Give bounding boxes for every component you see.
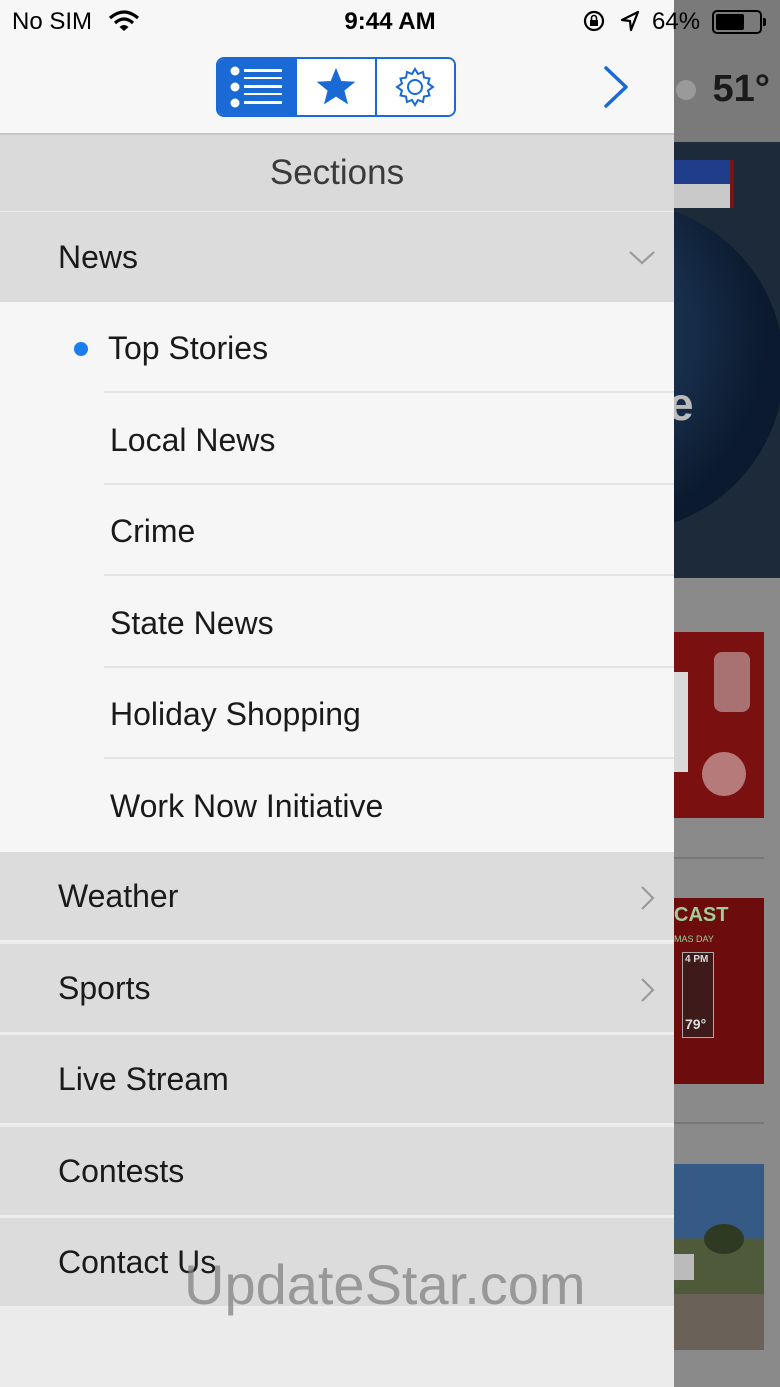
- subsection-local-news[interactable]: Local News: [0, 394, 674, 485]
- view-segmented-control[interactable]: [216, 57, 456, 117]
- subsection-work-now-initiative[interactable]: Work Now Initiative: [0, 760, 674, 851]
- segment-sections[interactable]: [218, 59, 296, 115]
- story-thumbnail: [674, 632, 764, 818]
- segment-favorites[interactable]: [295, 59, 375, 115]
- sections-drawer: Sections News Top Stories Local News Cri…: [0, 0, 674, 1387]
- close-drawer-chevron-icon[interactable]: [598, 64, 634, 110]
- status-bar: No SIM 9:44 AM 64%: [0, 0, 780, 44]
- battery-icon: [712, 10, 766, 34]
- group-news[interactable]: News: [0, 212, 674, 302]
- group-label: News: [58, 238, 139, 275]
- group-sports[interactable]: Sports: [0, 944, 674, 1034]
- subsection-holiday-shopping[interactable]: Holiday Shopping: [0, 668, 674, 759]
- hero-image: e: [674, 142, 780, 578]
- sections-title: Sections: [0, 135, 674, 211]
- selected-indicator: [74, 342, 88, 356]
- segment-settings[interactable]: [374, 59, 454, 115]
- watermark: UpdateStar.com: [184, 1253, 586, 1316]
- location-arrow-icon: [620, 10, 640, 32]
- gear-icon: [395, 67, 436, 107]
- temperature-label: 51°: [712, 68, 770, 110]
- subsection-crime[interactable]: Crime: [0, 485, 674, 576]
- weather-icon: [676, 80, 696, 100]
- news-subsections: Top Stories Local News Crime State News …: [0, 302, 674, 852]
- chevron-right-icon: [641, 978, 655, 1002]
- star-icon: [316, 67, 356, 105]
- group-live-stream[interactable]: Live Stream: [0, 1035, 674, 1125]
- chevron-right-icon: [641, 886, 655, 910]
- group-contests[interactable]: Contests: [0, 1127, 674, 1217]
- chevron-down-icon: [629, 251, 655, 265]
- background-app: 51° e CAST MAS DAY 4 PM 79°: [674, 0, 780, 1387]
- group-weather[interactable]: Weather: [0, 852, 674, 942]
- planet-graphic: [674, 202, 780, 532]
- rotation-lock-icon: [583, 10, 605, 32]
- battery-percent-label: 64%: [652, 8, 701, 35]
- story-thumbnail: [674, 1164, 764, 1350]
- subsection-top-stories[interactable]: Top Stories: [0, 302, 674, 393]
- forecast-thumbnail: CAST MAS DAY 4 PM 79°: [674, 898, 764, 1084]
- list-icon: [230, 66, 282, 108]
- subsection-state-news[interactable]: State News: [0, 577, 674, 668]
- flag-graphic: [674, 160, 734, 208]
